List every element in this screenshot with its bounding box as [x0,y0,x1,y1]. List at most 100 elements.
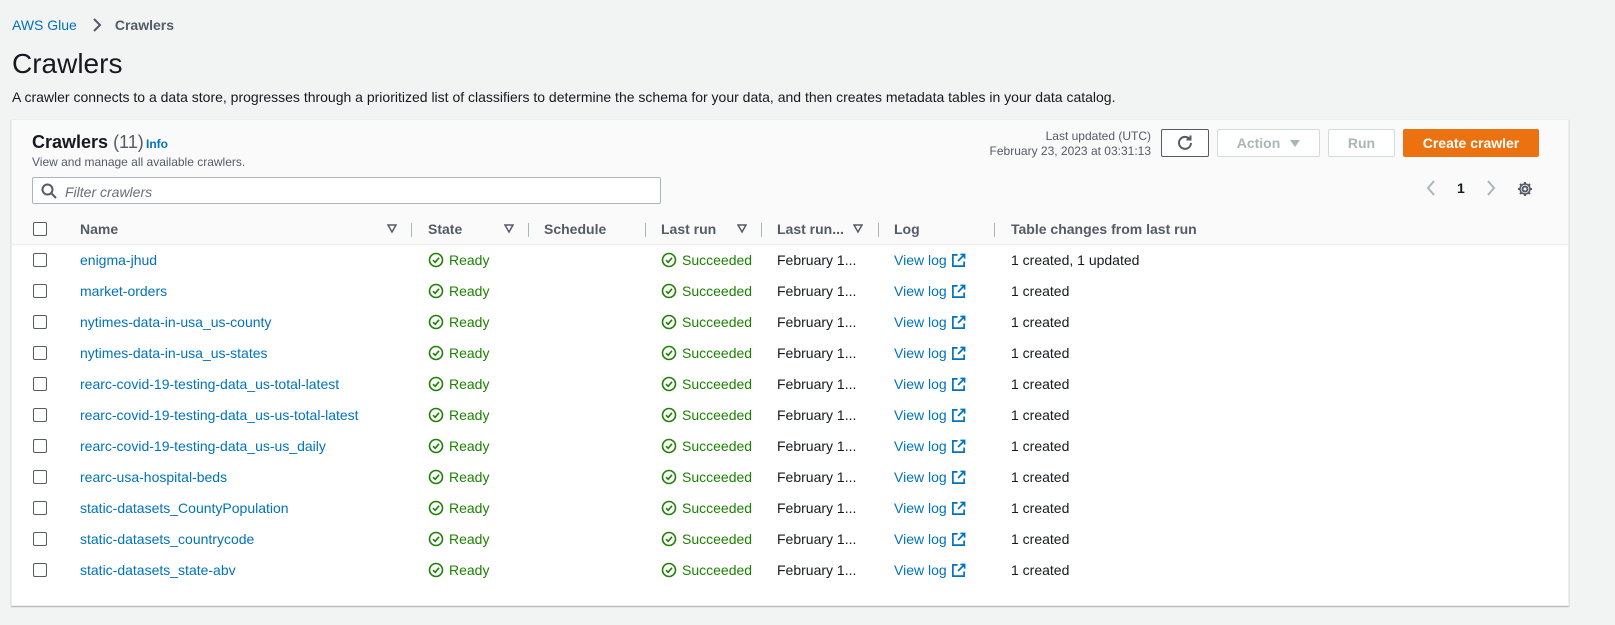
next-page-icon[interactable] [1485,180,1497,196]
view-log-link[interactable]: View log [894,500,966,516]
table-row[interactable]: static-datasets_countrycode Ready Succeede… [12,524,1568,556]
row-checkbox[interactable] [33,470,47,484]
crawler-name-link[interactable]: rearc-covid-19-testing-data_us-us-total-… [80,407,359,423]
view-log-link[interactable]: View log [894,314,966,330]
row-checkbox[interactable] [33,563,47,577]
column-divider[interactable] [528,223,529,237]
status-check-icon [428,345,444,361]
state-status: Ready [428,376,489,392]
state-label: Ready [449,407,490,423]
table-row[interactable]: rearc-usa-hospital-beds Ready Succeeded Feb… [12,462,1568,494]
state-status: Ready [428,283,489,299]
last-run-label: Succeeded [682,345,753,361]
sort-icon[interactable] [737,224,747,234]
action-dropdown-button[interactable]: Action [1217,129,1320,157]
row-checkbox[interactable] [33,253,47,267]
sort-icon[interactable] [853,224,863,234]
state-label: Ready [449,314,490,330]
row-checkbox[interactable] [33,501,47,515]
table-row[interactable]: rearc-covid-19-testing-data_us-us_daily R… [12,431,1568,463]
col-state[interactable]: State [428,221,462,237]
state-status: Ready [428,500,489,516]
col-name[interactable]: Name [80,221,118,237]
create-crawler-button[interactable]: Create crawler [1403,129,1539,157]
view-log-link[interactable]: View log [894,283,966,299]
crawler-name-link[interactable]: rearc-usa-hospital-beds [80,469,227,485]
crawler-count: (11) [113,132,144,152]
table-row[interactable]: nytimes-data-in-usa_us-county Ready Succee… [12,307,1568,339]
last-updated-value: February 23, 2023 at 03:31:13 [989,144,1151,158]
column-divider[interactable] [994,223,995,237]
crawler-name-link[interactable]: enigma-jhud [80,252,157,268]
table-row[interactable]: static-datasets_CountyPopulation Ready Suc… [12,493,1568,525]
view-log-link[interactable]: View log [894,407,966,423]
last-run-status: Succeeded [661,376,752,392]
col-last-run-time[interactable]: Last run... [777,221,844,237]
table-row[interactable]: market-orders Ready Succeeded February 1...… [12,276,1568,308]
page-description: A crawler connects to a data store, prog… [12,89,1116,105]
table-row[interactable]: rearc-covid-19-testing-data_us-us-total-… [12,400,1568,432]
breadcrumb-aws-glue-link[interactable]: AWS Glue [12,17,77,33]
previous-page-icon[interactable] [1425,180,1437,196]
last-run-label: Succeeded [682,376,753,392]
action-label: Action [1236,135,1281,151]
info-link[interactable]: Info [146,137,168,151]
table-changes: 1 created [1011,438,1070,454]
filter-crawlers-field[interactable] [32,177,661,204]
column-divider[interactable] [645,223,646,237]
external-link-icon [951,532,966,546]
row-checkbox[interactable] [33,346,47,360]
state-status: Ready [428,438,489,454]
last-run-status: Succeeded [661,500,752,516]
table-changes: 1 created [1011,283,1070,299]
status-check-icon [428,283,444,299]
refresh-button[interactable] [1161,129,1209,157]
row-checkbox[interactable] [33,377,47,391]
sort-icon[interactable] [504,224,514,234]
sort-icon[interactable] [387,224,397,234]
run-button[interactable]: Run [1328,129,1395,157]
crawler-name-link[interactable]: nytimes-data-in-usa_us-county [80,314,271,330]
select-all-checkbox[interactable] [33,222,47,236]
last-run-time: February 1... [777,252,857,268]
settings-gear-icon[interactable] [1517,181,1533,197]
crawler-name-link[interactable]: nytimes-data-in-usa_us-states [80,345,268,361]
crawler-name-link[interactable]: rearc-covid-19-testing-data_us-us_daily [80,438,326,454]
table-row[interactable]: static-datasets_state-abv Ready Succeeded F… [12,555,1568,586]
view-log-link[interactable]: View log [894,376,966,392]
column-divider[interactable] [761,223,762,237]
view-log-link[interactable]: View log [894,469,966,485]
crawler-name-link[interactable]: static-datasets_countrycode [80,531,254,547]
state-status: Ready [428,531,489,547]
row-checkbox[interactable] [33,532,47,546]
view-log-link[interactable]: View log [894,252,966,268]
last-run-label: Succeeded [682,531,753,547]
last-run-time: February 1... [777,469,857,485]
view-log-link[interactable]: View log [894,562,966,578]
status-check-icon [428,562,444,578]
col-last-run[interactable]: Last run [661,221,716,237]
row-checkbox[interactable] [33,439,47,453]
view-log-link[interactable]: View log [894,345,966,361]
page-number[interactable]: 1 [1457,180,1465,196]
column-divider[interactable] [411,223,412,237]
crawler-name-link[interactable]: market-orders [80,283,167,299]
row-checkbox[interactable] [33,315,47,329]
table-row[interactable]: rearc-covid-19-testing-data_us-total-lat… [12,369,1568,401]
status-check-icon [428,469,444,485]
column-divider[interactable] [878,223,879,237]
table-row[interactable]: nytimes-data-in-usa_us-states Ready Succee… [12,338,1568,370]
status-check-icon [428,407,444,423]
table-changes: 1 created [1011,500,1070,516]
table-row[interactable]: enigma-jhud Ready Succeeded February 1... Vi… [12,245,1568,277]
view-log-link[interactable]: View log [894,438,966,454]
crawler-name-link[interactable]: rearc-covid-19-testing-data_us-total-lat… [80,376,339,392]
view-log-link[interactable]: View log [894,531,966,547]
status-check-icon [661,252,677,268]
last-run-status: Succeeded [661,314,752,330]
row-checkbox[interactable] [33,284,47,298]
crawler-name-link[interactable]: static-datasets_CountyPopulation [80,500,289,516]
crawler-name-link[interactable]: static-datasets_state-abv [80,562,236,578]
row-checkbox[interactable] [33,408,47,422]
filter-crawlers-input[interactable] [63,181,647,202]
